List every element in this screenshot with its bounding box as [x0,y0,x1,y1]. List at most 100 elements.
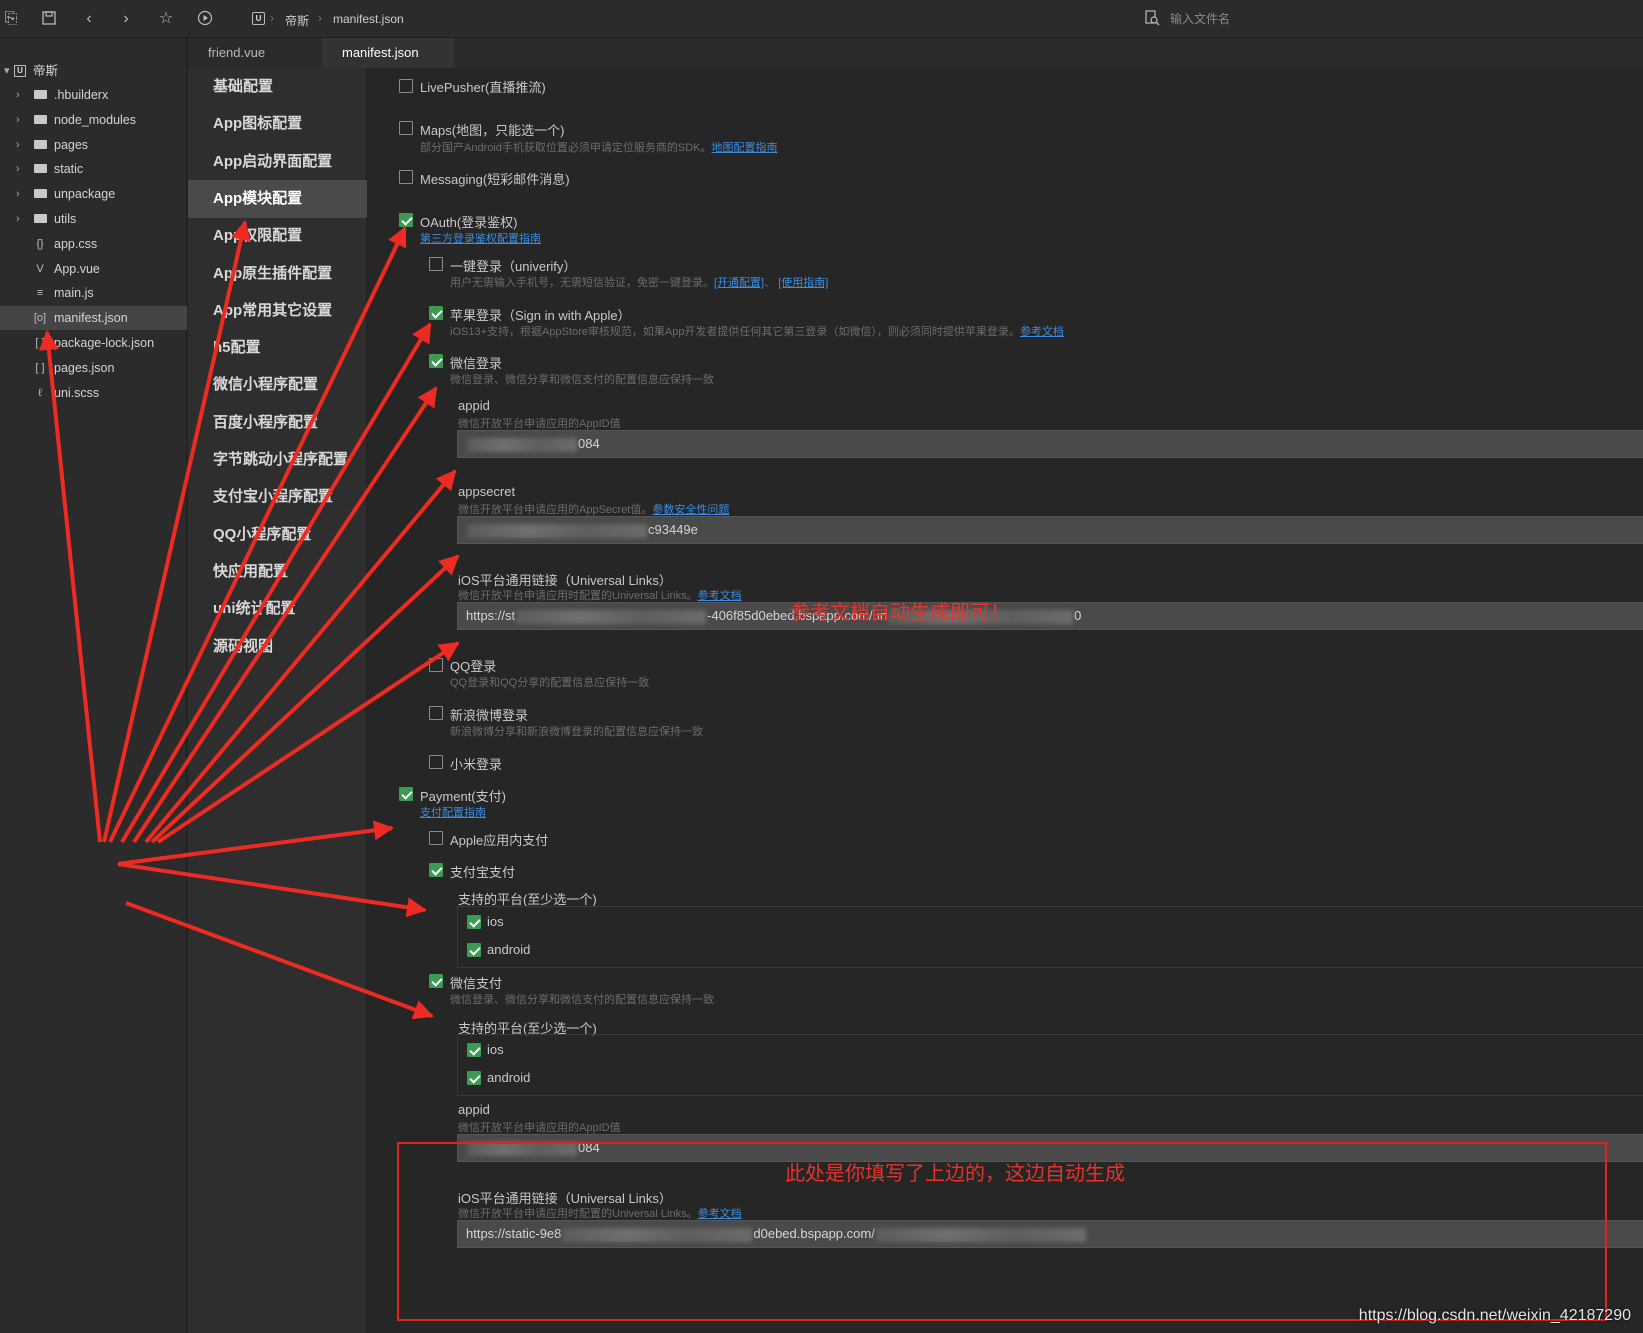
wxpay-checkbox[interactable] [429,974,443,988]
tree-item-label: node_modules [54,112,137,127]
livepusher-checkbox[interactable] [399,79,413,93]
xiaomi-login-checkbox[interactable] [429,755,443,769]
config-nav-item[interactable]: QQ小程序配置 [188,516,367,554]
file-icon: [ ] [35,337,45,349]
qq-login-checkbox[interactable] [429,658,443,672]
tree-item[interactable]: [o] manifest.json [0,306,187,331]
breadcrumb-file[interactable]: manifest.json [333,12,404,26]
tree-item-label: main.js [54,286,94,301]
tree-item[interactable]: [ ] package-lock.json [0,331,187,355]
config-nav-item[interactable]: App权限配置 [188,217,367,255]
alipay-checkbox[interactable] [429,863,443,877]
config-nav-item[interactable]: uni统计配置 [188,590,367,628]
config-nav-item[interactable]: App图标配置 [188,105,367,143]
project-badge-icon: U [252,12,265,25]
universal-links-doc-link[interactable]: 参考文档 [698,590,742,602]
tree-item[interactable]: ℓ uni.scss [0,381,187,405]
tree-item[interactable]: V App.vue [0,257,187,281]
watermark: https://blog.csdn.net/weixin_42187290 [1358,1307,1631,1324]
folder-icon [33,157,47,181]
apple-login-desc: iOS13+支持，根据AppStore审核规范，如果App开发者提供任何其它第三… [450,326,1064,338]
appsecret-input[interactable]: c93449e [457,516,1643,544]
alipay-android-checkbox[interactable] [467,943,481,957]
univerify-guide-link[interactable]: [使用指南] [778,277,828,289]
payment-checkbox[interactable] [399,787,413,801]
file-icon: ≡ [36,287,44,300]
chevron-right-icon: › [318,11,322,25]
run-icon[interactable] [196,10,214,28]
tab-manifest-json[interactable]: manifest.json [322,38,454,68]
messaging-checkbox[interactable] [399,170,413,184]
alipay-ios-checkbox[interactable] [467,915,481,929]
tree-item-label: uni.scss [54,385,100,400]
breadcrumb-project[interactable]: 帝斯 [285,12,309,29]
config-nav-item[interactable]: App模块配置 [188,179,367,218]
tab-friend-vue[interactable]: friend.vue [188,38,314,68]
appid-label: appid [458,398,490,413]
payment-guide-link[interactable]: 支付配置指南 [420,804,486,820]
qq-login-label: QQ登录 [450,659,497,674]
weixin-login-label: 微信登录 [450,356,503,371]
wxpay-appid-label: appid [458,1102,490,1117]
tree-item[interactable]: › .hbuilderx [0,83,187,107]
folder-icon [33,83,47,107]
config-nav-item[interactable]: 微信小程序配置 [188,366,367,404]
sina-login-checkbox[interactable] [429,706,443,720]
maps-checkbox[interactable] [399,121,413,135]
config-nav-item[interactable]: App原生插件配置 [188,255,367,293]
config-nav-item[interactable]: 百度小程序配置 [188,404,367,442]
apple-login-checkbox[interactable] [429,306,443,320]
save-icon[interactable] [40,10,58,28]
star-icon[interactable]: ☆ [157,10,175,28]
tree-item[interactable]: › node_modules [0,108,187,132]
payment-label: Payment(支付) [420,789,506,804]
tree-item-label: static [54,162,84,177]
tree-item[interactable]: [ ] pages.json [0,356,187,380]
chevron-right-icon: › [16,188,20,201]
chevron-right-icon: › [16,163,20,176]
hbuilderx-window: ⎘ ‹ › ☆ U › 帝斯 › manifest.json ▾ U 帝斯 ›.… [0,0,1643,1333]
config-nav-item[interactable]: 源码视图 [188,628,367,666]
tree-item[interactable]: › static [0,157,187,181]
oauth-guide-link[interactable]: 第三方登录鉴权配置指南 [420,230,541,246]
tree-item[interactable]: › unpackage [0,182,187,206]
tree-item-label: pages [54,137,89,152]
config-nav-item[interactable]: 支付宝小程序配置 [188,478,367,516]
tree-item[interactable]: › pages [0,133,187,157]
config-nav-item[interactable]: 快应用配置 [188,553,367,591]
maps-guide-link[interactable]: 地图配置指南 [712,142,778,154]
tree-item[interactable]: {} app.css [0,232,187,256]
forward-icon[interactable]: › [117,10,135,28]
tree-item[interactable]: › utils [0,207,187,231]
apple-pay-checkbox[interactable] [429,831,443,845]
config-nav-item[interactable]: 基础配置 [188,68,367,106]
universal-links-desc: 微信开放平台申请应用时配置的Universal Links。参考文档 [458,590,742,602]
oauth-checkbox[interactable] [399,213,413,227]
appsecret-security-link[interactable]: 参数安全性问题 [652,504,729,516]
tree-item[interactable]: ≡ main.js [0,281,187,305]
back-icon[interactable]: ‹ [80,10,98,28]
new-file-icon[interactable]: ⎘ [2,10,20,28]
config-nav-item[interactable]: 字节跳动小程序配置 [188,441,367,479]
tree-project-root[interactable]: ▾ U 帝斯 [0,59,187,83]
chevron-down-icon: ▾ [4,65,10,77]
project-icon: U [14,65,26,77]
univerify-checkbox[interactable] [429,257,443,271]
univerify-open-link[interactable]: [开通配置] [714,277,764,289]
file-search [1140,9,1640,29]
appid-input[interactable]: 084 [457,430,1643,458]
weixin-login-checkbox[interactable] [429,354,443,368]
messaging-label: Messaging(短彩邮件消息) [420,172,570,187]
livepusher-label: LivePusher(直播推流) [420,80,546,95]
wxpay-android-checkbox[interactable] [467,1071,481,1085]
wxpay-ios-label: ios [487,1042,504,1057]
config-nav-item[interactable]: App常用其它设置 [188,292,367,330]
config-nav-item[interactable]: App启动界面配置 [188,143,367,181]
config-nav-item[interactable]: h5配置 [188,329,367,367]
wxpay-ios-checkbox[interactable] [467,1043,481,1057]
universal-links-input[interactable]: https://st -406f85d0ebed.bspapp.com/un 0 [457,602,1643,630]
file-icon: [o] [33,312,47,325]
tree-item-label: utils [54,212,77,226]
apple-doc-link[interactable]: 参考文档 [1020,326,1064,338]
file-search-input[interactable] [1170,9,1630,29]
